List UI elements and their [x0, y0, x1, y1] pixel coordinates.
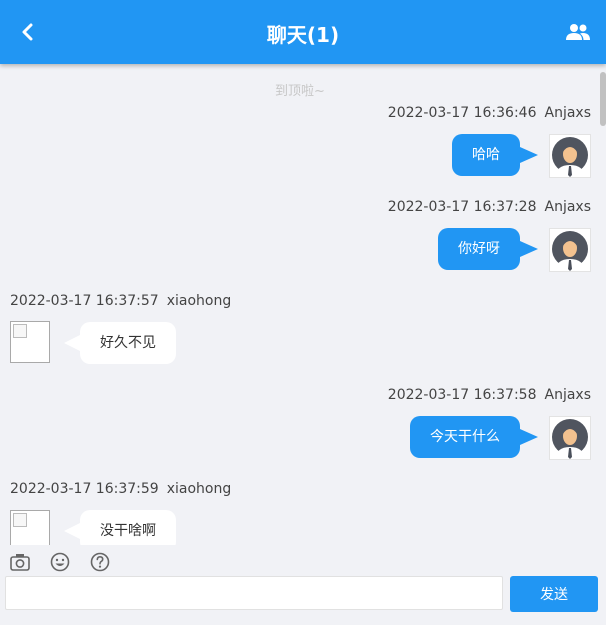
help-icon [90, 552, 110, 572]
scrollbar-track[interactable] [600, 72, 606, 545]
composer: 发送 [0, 545, 606, 625]
message-input[interactable] [5, 576, 503, 610]
user-avatar-icon [552, 231, 588, 271]
message-time: 2022-03-17 16:37:57 [10, 293, 159, 309]
avatar[interactable] [10, 321, 50, 363]
broken-image-icon [13, 324, 27, 338]
page-title: 聊天(1) [266, 23, 340, 47]
message-meta: 2022-03-17 16:36:46 Anjaxs [388, 105, 591, 121]
camera-button[interactable] [9, 551, 31, 573]
message-bubble-outgoing: 你好呀 [438, 228, 538, 270]
members-button[interactable] [564, 18, 592, 46]
message-bubble-outgoing: 哈哈 [452, 134, 538, 176]
message-meta: 2022-03-17 16:37:59 xiaohong [10, 481, 231, 497]
app-header: 聊天(1) [0, 0, 606, 64]
user-avatar-icon [552, 137, 588, 177]
message-sender: xiaohong [166, 481, 232, 497]
avatar[interactable] [549, 228, 591, 272]
top-reached-note: 到顶啦~ [275, 84, 325, 99]
emoji-icon [50, 552, 70, 572]
message-sender: Anjaxs [544, 199, 592, 215]
message-meta: 2022-03-17 16:37:57 xiaohong [10, 293, 231, 309]
message-sender: Anjaxs [544, 387, 592, 403]
message-time: 2022-03-17 16:37:58 [387, 387, 537, 403]
message-time: 2022-03-17 16:37:28 [387, 199, 537, 215]
message-bubble-incoming: 好久不见 [64, 322, 176, 364]
message-sender: xiaohong [166, 293, 232, 309]
help-button[interactable] [89, 551, 111, 573]
scrollbar-thumb[interactable] [600, 72, 606, 126]
send-button[interactable]: 发送 [510, 576, 598, 612]
message-meta: 2022-03-17 16:37:58 Anjaxs [388, 387, 591, 403]
avatar[interactable] [549, 416, 591, 460]
message-time: 2022-03-17 16:36:46 [387, 105, 537, 121]
chevron-left-icon [22, 23, 33, 41]
user-avatar-icon [552, 419, 588, 459]
camera-icon [10, 554, 30, 571]
emoji-button[interactable] [49, 551, 71, 573]
message-time: 2022-03-17 16:37:59 [10, 481, 159, 497]
back-button[interactable] [14, 18, 42, 46]
people-icon [566, 24, 590, 40]
broken-image-icon [13, 513, 27, 527]
message-bubble-outgoing: 今天干什么 [410, 416, 538, 458]
avatar[interactable] [549, 134, 591, 178]
message-meta: 2022-03-17 16:37:28 Anjaxs [388, 199, 591, 215]
message-sender: Anjaxs [544, 105, 592, 121]
